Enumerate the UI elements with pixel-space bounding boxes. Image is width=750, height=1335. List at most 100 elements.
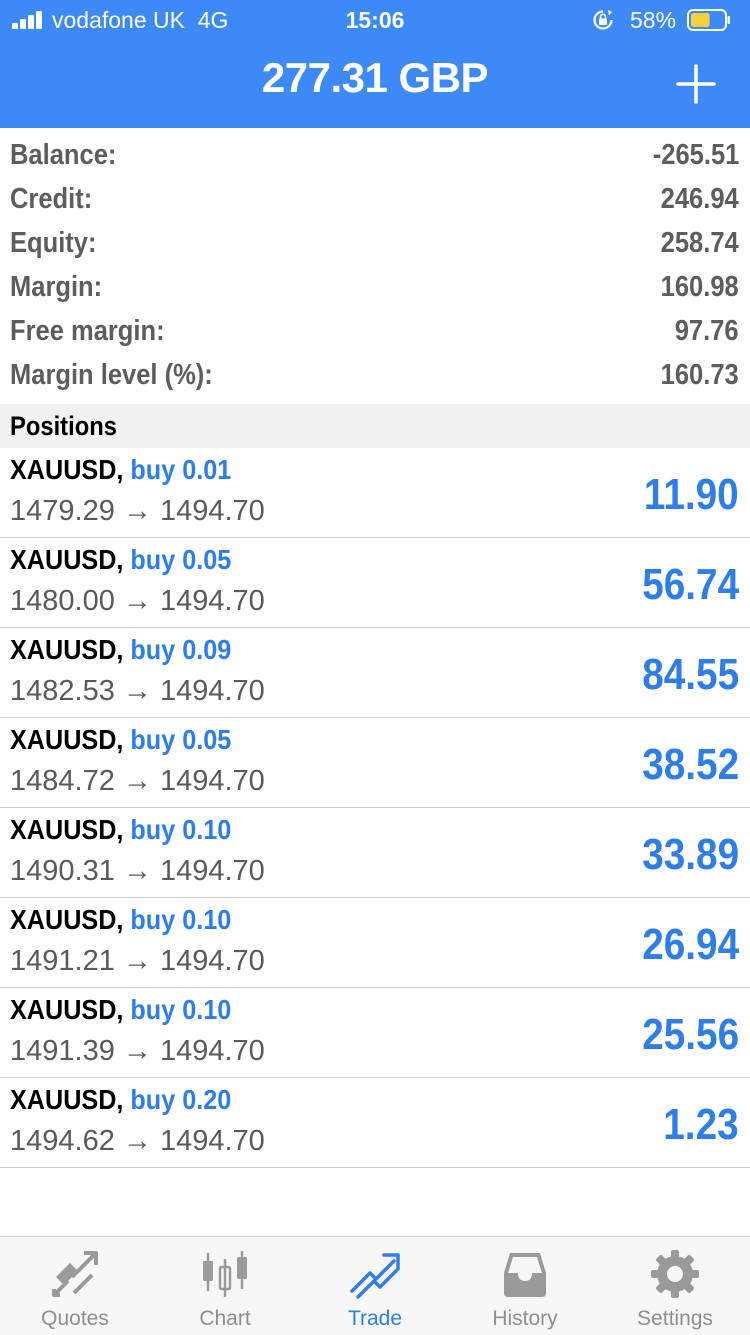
position-row[interactable]: XAUUSD, buy 0.01 1479.29 → 1494.70 11.90 [0,448,750,538]
position-current-price: 1494.70 [159,585,265,617]
plus-icon [676,64,716,104]
tab-label: History [492,1307,558,1330]
summary-row-credit: Credit: 246.94 [0,178,750,222]
position-row[interactable]: XAUUSD, buy 0.10 1491.21 → 1494.70 26.94 [0,898,750,988]
position-open-price: 1480.00 [10,585,115,617]
position-row[interactable]: XAUUSD, buy 0.05 1484.72 → 1494.70 38.52 [0,718,750,808]
summary-value: 246.94 [660,183,739,215]
positions-list: XAUUSD, buy 0.01 1479.29 → 1494.70 11.90… [0,448,750,1168]
add-order-button[interactable] [676,64,716,104]
position-profit: 26.94 [642,920,739,969]
summary-row-balance: Balance: -265.51 [0,134,750,178]
position-open-price: 1490.31 [10,855,115,887]
trade-icon [350,1253,400,1299]
tab-label: Settings [637,1307,713,1330]
position-symbol: XAUUSD, [10,1084,124,1115]
summary-label: Balance: [10,139,117,171]
top-bar: vodafone UK 4G 15:06 58% 277.31 GBP [0,0,750,128]
position-symbol: XAUUSD, [10,904,124,935]
summary-value: 160.98 [660,271,739,303]
position-row[interactable]: XAUUSD, buy 0.20 1494.62 → 1494.70 1.23 [0,1078,750,1168]
position-profit: 25.56 [642,1010,739,1059]
tab-settings[interactable]: Settings [600,1237,750,1335]
summary-value: 97.76 [675,315,739,347]
battery-percent: 58% [630,7,677,33]
position-type: buy 0.09 [130,634,232,665]
status-bar: vodafone UK 4G 15:06 58% [0,0,750,40]
position-type: buy 0.10 [130,814,232,845]
summary-label: Equity: [10,227,97,259]
rotation-lock-icon [593,10,613,30]
gear-icon [651,1250,699,1298]
position-row[interactable]: XAUUSD, buy 0.10 1490.31 → 1494.70 33.89 [0,808,750,898]
arrow-right-icon: → [122,585,152,617]
arrow-right-icon: → [122,855,152,887]
position-symbol: XAUUSD, [10,814,124,845]
battery-icon [687,9,730,31]
tab-bar: Quotes Chart Trade History Settings [0,1236,750,1335]
position-symbol: XAUUSD, [10,724,124,755]
position-type: buy 0.01 [130,454,232,485]
position-symbol: XAUUSD, [10,634,124,665]
position-profit: 11.90 [644,470,739,519]
chart-icon [203,1251,247,1297]
position-type: buy 0.05 [130,724,232,755]
quotes-icon [52,1251,98,1297]
position-symbol: XAUUSD, [10,994,124,1025]
arrow-right-icon: → [122,495,152,527]
position-row[interactable]: XAUUSD, buy 0.10 1491.39 → 1494.70 25.56 [0,988,750,1078]
position-type: buy 0.20 [130,1084,232,1115]
tab-quotes[interactable]: Quotes [0,1237,150,1335]
position-row[interactable]: XAUUSD, buy 0.09 1482.53 → 1494.70 84.55 [0,628,750,718]
position-current-price: 1494.70 [159,855,265,887]
position-symbol: XAUUSD, [10,454,124,485]
position-current-price: 1494.70 [159,495,265,527]
summary-label: Credit: [10,183,93,215]
summary-label: Free margin: [10,315,165,347]
tab-label: Quotes [41,1307,109,1330]
position-open-price: 1491.39 [10,1035,115,1067]
position-type: buy 0.05 [130,544,232,575]
position-type: buy 0.10 [130,904,232,935]
tab-chart[interactable]: Chart [150,1237,300,1335]
position-profit: 38.52 [642,740,739,789]
position-open-price: 1484.72 [10,765,115,797]
position-open-price: 1479.29 [10,495,115,527]
position-open-price: 1494.62 [10,1125,115,1157]
positions-section-header: Positions [0,404,750,448]
summary-row-margin: Margin: 160.98 [0,266,750,310]
position-current-price: 1494.70 [159,1125,265,1157]
summary-value: -265.51 [652,139,739,171]
position-open-price: 1491.21 [10,945,115,977]
position-row[interactable]: XAUUSD, buy 0.05 1480.00 → 1494.70 56.74 [0,538,750,628]
arrow-right-icon: → [122,765,152,797]
position-current-price: 1494.70 [159,945,265,977]
tab-label: Chart [199,1307,251,1330]
summary-label: Margin level (%): [10,359,213,391]
position-current-price: 1494.70 [159,675,265,707]
arrow-right-icon: → [122,1035,152,1067]
arrow-right-icon: → [122,1125,152,1157]
account-summary: Balance: -265.51 Credit: 246.94 Equity: … [0,134,750,398]
tab-trade[interactable]: Trade [300,1237,450,1335]
arrow-right-icon: → [122,945,152,977]
summary-row-equity: Equity: 258.74 [0,222,750,266]
position-current-price: 1494.70 [159,1035,265,1067]
account-equity-title: 277.31 GBP [261,54,489,101]
summary-value: 160.73 [660,359,739,391]
position-open-price: 1482.53 [10,675,115,707]
summary-label: Margin: [10,271,103,303]
position-profit: 1.23 [663,1100,739,1149]
summary-value: 258.74 [660,227,739,259]
arrow-right-icon: → [122,675,152,707]
position-type: buy 0.10 [130,994,232,1025]
position-profit: 84.55 [642,650,739,699]
position-symbol: XAUUSD, [10,544,124,575]
summary-row-free-margin: Free margin: 97.76 [0,310,750,354]
position-profit: 56.74 [642,560,739,609]
position-profit: 33.89 [642,830,739,879]
tab-label: Trade [347,1307,403,1330]
summary-row-margin-level: Margin level (%): 160.73 [0,354,750,398]
tab-history[interactable]: History [450,1237,600,1335]
positions-header-label: Positions [10,411,117,441]
